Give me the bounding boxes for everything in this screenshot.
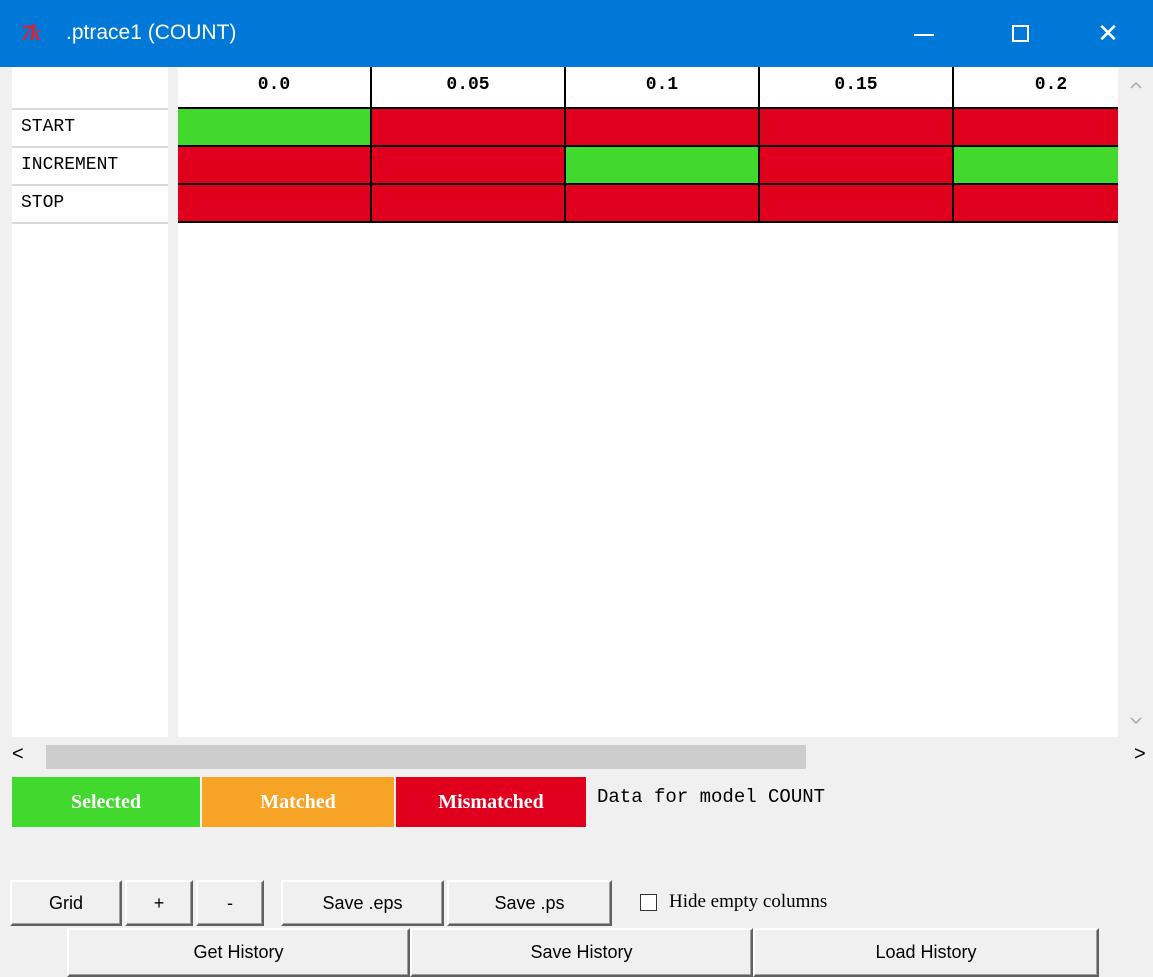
trace-cell-stop-1[interactable] <box>372 185 566 223</box>
close-button[interactable]: ✕ <box>1068 0 1148 67</box>
trace-cell-start-1[interactable] <box>372 109 566 147</box>
column-header: 0.0 <box>178 67 372 107</box>
save-eps-button[interactable]: Save .eps <box>281 880 444 926</box>
grid-gutter <box>168 67 178 737</box>
legend-mismatched: Mismatched <box>396 777 586 827</box>
row-label-stop: STOP <box>12 184 168 224</box>
column-header: 0.1 <box>566 67 760 107</box>
zoom-in-button[interactable]: + <box>125 880 193 926</box>
minimize-button[interactable] <box>884 0 964 67</box>
maximize-icon <box>1011 25 1029 42</box>
row-label-column: START INCREMENT STOP <box>12 67 168 737</box>
horizontal-scroll-thumb[interactable] <box>46 745 806 769</box>
trace-cell-stop-0[interactable] <box>178 185 372 223</box>
trace-cell-increment-2[interactable] <box>566 147 760 185</box>
minimize-icon <box>914 33 934 36</box>
maximize-button[interactable] <box>980 0 1060 67</box>
hide-empty-columns-option[interactable]: Hide empty columns <box>640 890 827 914</box>
column-header: 0.2 <box>1034 75 1068 95</box>
title-bar: 7k .ptrace1 (COUNT) ✕ <box>0 0 1153 67</box>
trace-cell-increment-4[interactable] <box>954 147 1118 185</box>
grid-button[interactable]: Grid <box>10 880 122 926</box>
trace-cell-stop-3[interactable] <box>760 185 954 223</box>
horizontal-scrollbar[interactable]: < > <box>12 737 1153 773</box>
legend-selected: Selected <box>12 777 200 827</box>
trace-cell-increment-1[interactable] <box>372 147 566 185</box>
legend-matched: Matched <box>202 777 394 827</box>
trace-cell-start-0[interactable] <box>178 109 372 147</box>
hide-empty-columns-label: Hide empty columns <box>669 891 828 912</box>
trace-grid: START INCREMENT STOP 0.0 0.05 0.1 0.15 0… <box>12 67 1118 737</box>
chevron-right-icon[interactable]: > <box>1134 743 1146 766</box>
hide-empty-columns-checkbox[interactable] <box>640 893 657 911</box>
model-info-text: Data for model COUNT <box>597 786 826 808</box>
chevron-down-icon[interactable] <box>1130 717 1142 725</box>
save-ps-button[interactable]: Save .ps <box>447 880 612 926</box>
trace-cell-stop-4[interactable] <box>954 185 1118 223</box>
trace-cell-increment-0[interactable] <box>178 147 372 185</box>
get-history-button[interactable]: Get History <box>67 928 410 977</box>
window-title: .ptrace1 (COUNT) <box>66 21 237 44</box>
tk-logo-icon: 7k <box>21 20 41 45</box>
load-history-button[interactable]: Load History <box>753 928 1099 977</box>
vertical-scrollbar[interactable] <box>1118 67 1153 737</box>
zoom-out-button[interactable]: - <box>196 880 264 926</box>
trace-cell-increment-3[interactable] <box>760 147 954 185</box>
trace-cell-start-3[interactable] <box>760 109 954 147</box>
column-header: 0.15 <box>760 67 954 107</box>
trace-cell-start-2[interactable] <box>566 109 760 147</box>
chevron-left-icon[interactable]: < <box>12 743 24 766</box>
trace-cell-start-4[interactable] <box>954 109 1118 147</box>
chevron-up-icon[interactable] <box>1130 81 1142 89</box>
row-label-increment: INCREMENT <box>12 146 168 182</box>
column-header: 0.05 <box>372 67 566 107</box>
save-history-button[interactable]: Save History <box>410 928 753 977</box>
trace-cell-stop-2[interactable] <box>566 185 760 223</box>
row-label-start: START <box>12 108 168 144</box>
close-icon: ✕ <box>1097 18 1119 48</box>
